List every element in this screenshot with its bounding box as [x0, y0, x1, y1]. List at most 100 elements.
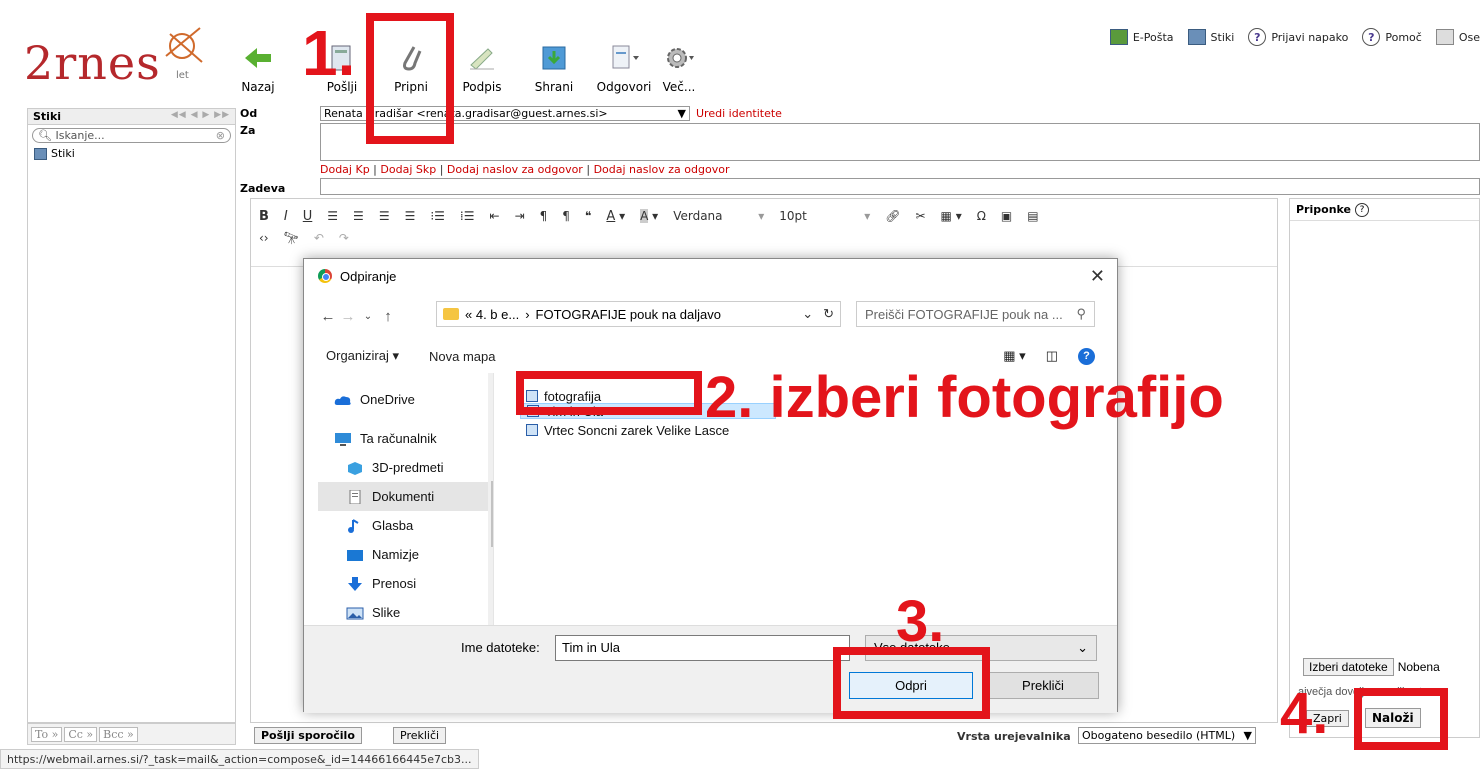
back-button[interactable]: Nazaj [232, 42, 284, 102]
find-replace-icon[interactable]: 🔭︎ [284, 231, 299, 245]
table-icon[interactable]: ▦ ▾ [941, 209, 962, 223]
view-options-icon[interactable]: ▦ ▾ [1003, 348, 1025, 364]
add-bcc-link[interactable]: Dodaj Skp [380, 163, 436, 176]
back-arrow-icon[interactable]: ← [318, 308, 338, 325]
tree-item-desktop[interactable]: Namizje [318, 540, 493, 569]
logo: 2rnes [24, 36, 161, 90]
image-icon[interactable]: ▣ [1001, 209, 1012, 223]
address-bar[interactable]: « 4. b e... › FOTOGRAFIJE pouk na daljav… [436, 301, 841, 327]
more-button[interactable]: Več... [656, 42, 702, 102]
nav-email[interactable]: E-Pošta [1109, 29, 1174, 45]
add-reply-to-link[interactable]: Dodaj naslov za odgovor [447, 163, 583, 176]
source-code-icon[interactable]: ‹› [259, 231, 269, 245]
chevron-down-icon[interactable]: ⌄ [802, 306, 813, 322]
desktop-icon [347, 549, 363, 561]
clear-search-icon[interactable]: ⊗ [216, 129, 225, 142]
tree-item-pictures[interactable]: Slike [318, 598, 493, 625]
mail-icon [1109, 29, 1128, 45]
send-message-button[interactable]: Pošlji sporočilo [254, 727, 362, 744]
gear-icon [663, 42, 695, 74]
tree-item-documents[interactable]: Dokumenti [318, 482, 493, 511]
link-icon[interactable]: 🔗︎ [885, 209, 900, 223]
cancel-message-button[interactable]: Prekliči [393, 727, 447, 744]
bold-icon[interactable]: B [259, 209, 269, 224]
editor-type-select[interactable]: Obogateno besedilo (HTML) ▼ [1078, 727, 1256, 744]
align-right-icon[interactable]: ☰ [379, 209, 390, 223]
outdent-icon[interactable]: ⇤ [490, 209, 500, 223]
organize-menu[interactable]: Organiziraj ▾ [326, 348, 399, 364]
annotation-box-4 [1354, 688, 1448, 750]
music-icon [348, 518, 359, 533]
media-icon[interactable]: ▤ [1027, 209, 1038, 223]
close-icon[interactable]: ✕ [1090, 266, 1105, 287]
refresh-icon[interactable]: ↻ [823, 306, 834, 322]
italic-icon[interactable]: I [284, 209, 288, 224]
special-char-icon[interactable]: Ω [977, 209, 986, 223]
indent-icon[interactable]: ⇥ [515, 209, 525, 223]
rtl-icon[interactable]: ¶ [562, 209, 570, 223]
help-icon[interactable]: ? [1355, 202, 1369, 217]
nav-personal[interactable]: Ose [1435, 29, 1480, 45]
save-button[interactable]: Shrani [528, 42, 580, 102]
chevron-down-icon[interactable]: ▾ [864, 209, 870, 223]
subject-field[interactable] [320, 178, 1480, 195]
arrow-left-icon [242, 42, 274, 74]
dialog-cancel-button[interactable]: Prekliči [987, 672, 1099, 699]
up-arrow-icon[interactable]: ↑ [378, 308, 398, 325]
search-icon: ⚲ [1076, 306, 1086, 321]
breadcrumb-folder[interactable]: FOTOGRAFIJE pouk na daljavo [536, 307, 721, 322]
signature-button[interactable]: Podpis [456, 42, 508, 102]
unlink-icon[interactable]: ✂ [915, 209, 925, 223]
new-folder-button[interactable]: Nova mapa [429, 349, 495, 364]
choose-files-button[interactable]: Izberi datoteke [1303, 658, 1394, 676]
add-followup-to-link[interactable]: Dodaj naslov za odgovor [594, 163, 730, 176]
edit-identities-link[interactable]: Uredi identitete [696, 107, 782, 120]
preview-pane-icon[interactable]: ◫ [1046, 348, 1058, 364]
undo-icon[interactable]: ↶ [314, 231, 324, 245]
tree-item-music[interactable]: Glasba [318, 511, 493, 540]
nav-help[interactable]: ? Pomoč [1362, 28, 1422, 46]
folder-icon [443, 308, 459, 320]
sidebar-pager[interactable]: ◀◀ ◀ ▶ ▶▶ [171, 110, 230, 123]
align-justify-icon[interactable]: ☰ [405, 209, 416, 223]
recent-locations-icon[interactable]: ⌄ [358, 311, 378, 322]
tree-scrollbar[interactable]: ^ v [488, 373, 493, 625]
tree-item-downloads[interactable]: Prenosi [318, 569, 493, 598]
dialog-search-input[interactable]: Preišči FOTOGRAFIJE pouk na ... ⚲ [856, 301, 1095, 327]
tree-item-onedrive[interactable]: OneDrive [318, 385, 493, 414]
scrollbar-thumb[interactable] [491, 481, 493, 547]
help-icon[interactable]: ? [1078, 347, 1095, 365]
numbered-list-icon[interactable]: ⁞☰ [460, 209, 475, 223]
cc-button[interactable]: Cc » [64, 726, 98, 742]
add-cc-link[interactable]: Dodaj Kp [320, 163, 370, 176]
sidebar-search-input[interactable]: 🔍︎ Iskanje... ⊗ [32, 128, 231, 143]
redo-icon[interactable]: ↷ [339, 231, 349, 245]
nav-contacts[interactable]: Stiki [1187, 29, 1234, 45]
align-left-icon[interactable]: ☰ [327, 209, 338, 223]
image-file-icon [526, 424, 538, 436]
text-color-icon[interactable]: A ▾ [606, 209, 625, 224]
add-header-links: Dodaj Kp | Dodaj Skp | Dodaj naslov za o… [320, 163, 730, 176]
ltr-icon[interactable]: ¶ [540, 209, 548, 223]
tree-item-this-pc[interactable]: Ta računalnik [318, 424, 493, 453]
font-size-select[interactable]: 10pt [779, 209, 849, 223]
to-field[interactable] [320, 123, 1480, 161]
file-chooser: Izberi datoteke Nobena [1303, 658, 1440, 676]
blockquote-icon[interactable]: ❝ [585, 209, 591, 223]
tree-item-3d-objects[interactable]: 3D-predmeti [318, 453, 493, 482]
chevron-down-icon[interactable]: ▾ [758, 209, 764, 223]
forward-arrow-icon[interactable]: → [338, 308, 358, 325]
underline-icon[interactable]: U [303, 209, 313, 224]
sidebar-item-contacts[interactable]: Stiki [28, 146, 235, 161]
reply-button[interactable]: Odgovori [594, 42, 654, 102]
bullet-list-icon[interactable]: ⁝☰ [430, 209, 445, 223]
filename-input[interactable]: Tim in Ula ⌄ [555, 635, 850, 661]
editor-type-label: Vrsta urejevalnika [957, 730, 1071, 743]
background-color-icon[interactable]: A ▾ [640, 209, 658, 223]
font-family-select[interactable]: Verdana [673, 209, 743, 223]
nav-report-bug[interactable]: ? Prijavi napako [1248, 28, 1348, 46]
align-center-icon[interactable]: ☰ [353, 209, 364, 223]
bcc-button[interactable]: Bcc » [99, 726, 138, 742]
to-button[interactable]: To » [31, 726, 63, 742]
computer-icon [335, 432, 351, 446]
